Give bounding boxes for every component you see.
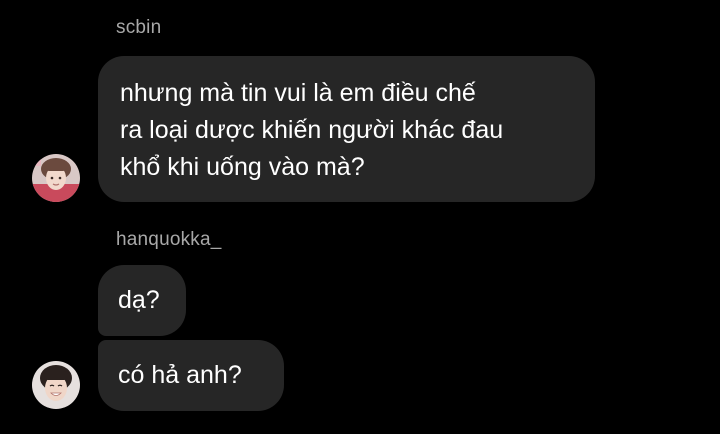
- avatar-photo: [32, 361, 80, 409]
- message-bubble[interactable]: dạ?: [98, 265, 186, 336]
- message-bubble[interactable]: có hả anh?: [98, 340, 284, 411]
- message-text: dạ?: [118, 286, 160, 314]
- message-text: có hả anh?: [118, 361, 242, 389]
- message-text: nhưng mà tin vui là em điều chế: [120, 79, 476, 107]
- avatar-photo: [32, 154, 80, 202]
- sender-name-hanquokka[interactable]: hanquokka_: [116, 229, 222, 251]
- message-text: khổ khi uống vào mà?: [120, 153, 365, 181]
- avatar-hanquokka[interactable]: [32, 361, 80, 409]
- sender-name-scbin[interactable]: scbin: [116, 17, 161, 39]
- message-text: ra loại dược khiến người khác đau: [120, 116, 504, 144]
- avatar-scbin[interactable]: [32, 154, 80, 202]
- message-bubble[interactable]: nhưng mà tin vui là em điều chế ra loại …: [98, 56, 595, 202]
